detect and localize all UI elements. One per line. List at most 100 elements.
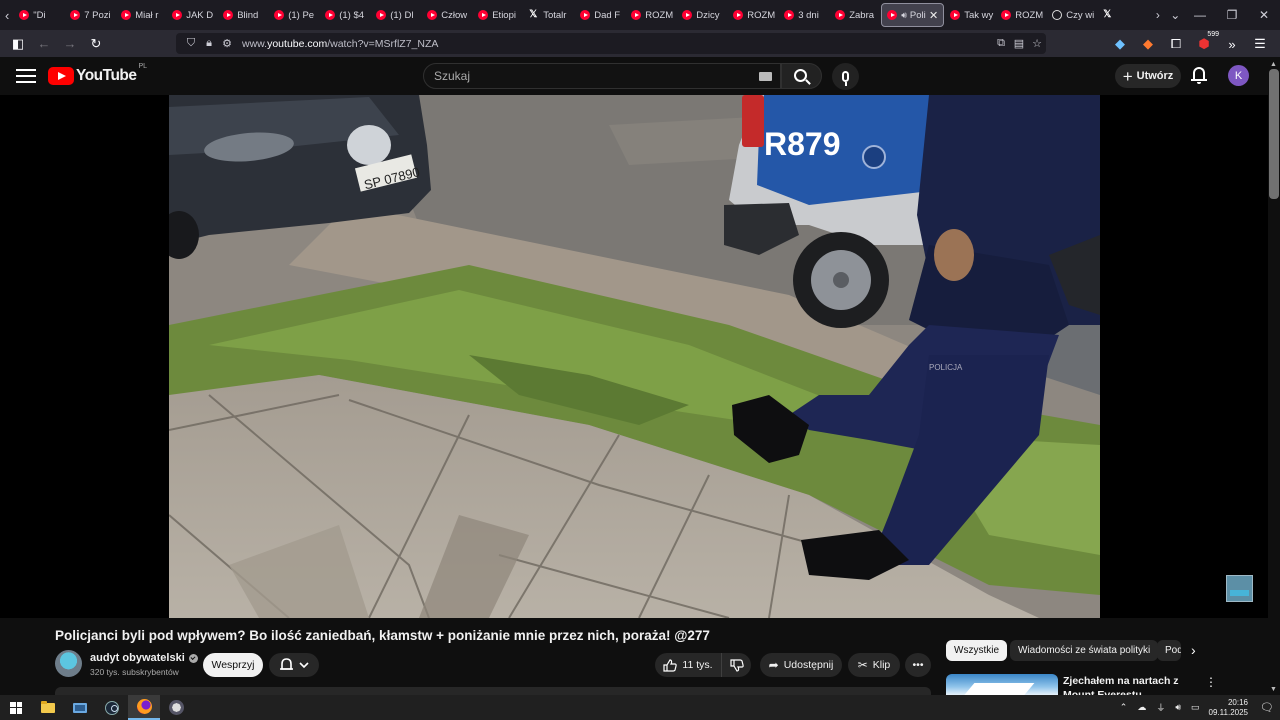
avatar[interactable]: K	[1228, 65, 1249, 86]
browser-tab[interactable]: "Di	[14, 3, 64, 27]
permissions-icon[interactable]: ⚙︎	[218, 37, 236, 50]
create-button[interactable]: + Utwórz	[1115, 64, 1181, 88]
app-icon[interactable]	[160, 695, 192, 720]
video-frame[interactable]: SP 07890 R879 POLICJA	[169, 95, 1100, 618]
recommendation-menu-icon[interactable]: ⋮	[1205, 675, 1217, 689]
scrollbar-thumb[interactable]	[1269, 69, 1279, 199]
browser-tab[interactable]: 3 dni	[779, 3, 829, 27]
clock[interactable]: 20:16 09.11.2025	[1209, 698, 1248, 718]
extensions-puzzle-icon[interactable]: ⧠	[1164, 32, 1188, 56]
youtube-logo[interactable]: YouTube PL	[48, 63, 147, 85]
like-button[interactable]: 11 tys.	[655, 653, 721, 677]
notifications-bell-icon[interactable]	[1190, 66, 1208, 86]
chips-next-icon[interactable]: ›	[1191, 642, 1196, 658]
description-box[interactable]	[55, 687, 931, 695]
tray-overflow-icon[interactable]: ⌃	[1120, 702, 1128, 713]
list-all-tabs-icon[interactable]: ⌄	[1167, 0, 1184, 30]
clip-button[interactable]: ✂ Klip	[848, 653, 900, 677]
chip-politics-news[interactable]: Wiadomości ze świata polityki	[1010, 640, 1159, 661]
chip-all[interactable]: Wszystkie	[946, 640, 1007, 661]
chip-related[interactable]: Podobne	[1157, 640, 1181, 661]
browser-tab[interactable]: (1) Pe	[269, 3, 319, 27]
shield-extension-icon[interactable]: ◆	[1108, 32, 1132, 56]
share-button[interactable]: ➦ Udostępnij	[760, 653, 842, 677]
browser-tab[interactable]: Miał r	[116, 3, 166, 27]
video-player[interactable]: SP 07890 R879 POLICJA	[0, 95, 1268, 618]
scroll-down-icon[interactable]: ▼	[1270, 686, 1277, 693]
browser-tab[interactable]: Dad F	[575, 3, 625, 27]
tab-label: JAK D	[186, 9, 214, 21]
browser-tab[interactable]: 7 Pozi	[65, 3, 115, 27]
browser-tab[interactable]: 𝕏	[1098, 3, 1148, 27]
address-bar[interactable]: ⛉ 🔒︎ ⚙︎ www.youtube.com/watch?v=MSrflZ7_…	[176, 33, 1046, 54]
usb-icon[interactable]: ⏚	[1156, 701, 1165, 714]
sidebar-toggle-icon[interactable]: ◧	[6, 32, 30, 56]
reload-icon[interactable]: ↻	[84, 32, 108, 56]
dislike-button[interactable]	[721, 653, 751, 677]
back-icon[interactable]: ←	[32, 32, 56, 56]
forward-icon[interactable]: →	[58, 32, 82, 56]
url-text[interactable]: www.youtube.com/watch?v=MSrflZ7_NZA	[242, 38, 438, 50]
onedrive-icon[interactable]: ☁	[1137, 702, 1146, 713]
browser-tab[interactable]: Człow	[422, 3, 472, 27]
x-icon: 𝕏	[1103, 9, 1112, 20]
browser-tab[interactable]: (1) $4	[320, 3, 370, 27]
start-button[interactable]	[0, 695, 32, 720]
bookmark-star-icon[interactable]: ☆	[1028, 37, 1046, 50]
file-explorer-icon[interactable]	[32, 695, 64, 720]
tab-label: Dad F	[594, 9, 621, 21]
browser-tab[interactable]: Etiopi	[473, 3, 523, 27]
subscription-notifications-button[interactable]	[269, 653, 319, 677]
tracking-protection-icon[interactable]: ⛉	[182, 37, 200, 50]
more-actions-icon[interactable]: •••	[905, 653, 931, 677]
browser-tab[interactable]: Tak wy	[945, 3, 995, 27]
clock-time: 20:16	[1227, 697, 1248, 707]
app-menu-icon[interactable]: ☰	[1248, 32, 1272, 56]
scroll-tabs-right-icon[interactable]: ›	[1149, 0, 1166, 30]
channel-avatar[interactable]	[55, 650, 82, 677]
search-button[interactable]	[781, 63, 822, 89]
page-scrollbar[interactable]: ▲ ▼	[1268, 57, 1280, 695]
tab-active[interactable]: 🔊︎ Poli ✕	[881, 3, 945, 27]
tab-audio-icon[interactable]: 🔊︎	[901, 10, 907, 21]
adblock-extension-icon[interactable]: ⬢ 599	[1192, 31, 1219, 56]
scroll-up-icon[interactable]: ▲	[1270, 61, 1277, 68]
picture-in-picture-icon[interactable]: ⧉	[992, 37, 1010, 50]
recommendation-title[interactable]: Zjechałem na nartach z Mount Everestu	[1063, 674, 1203, 695]
recommendation-thumbnail[interactable]	[946, 674, 1058, 695]
lock-icon[interactable]: 🔒︎	[200, 37, 218, 50]
browser-tab[interactable]: ROZM	[996, 3, 1046, 27]
search-input[interactable]: Szukaj	[423, 63, 781, 89]
browser-tab[interactable]: Czy wi	[1047, 3, 1097, 27]
network-icon[interactable]: ▭	[1191, 702, 1200, 713]
browser-tab[interactable]: ROZM	[626, 3, 676, 27]
firefox-icon[interactable]	[128, 695, 160, 720]
youtube-icon	[274, 10, 285, 20]
steam-icon[interactable]	[96, 695, 128, 720]
close-tab-icon[interactable]: ✕	[929, 9, 938, 22]
notifications-icon[interactable]: 🗨︎	[1254, 695, 1280, 720]
browser-tab[interactable]: Blind	[218, 3, 268, 27]
keyboard-icon[interactable]	[759, 72, 772, 81]
voice-search-button[interactable]	[832, 63, 859, 90]
browser-tab[interactable]: (1) Dl	[371, 3, 421, 27]
volume-icon[interactable]: 🔊︎	[1175, 702, 1181, 713]
channel-name[interactable]: audyt obywatelski	[90, 652, 198, 664]
minimize-icon[interactable]: —	[1184, 0, 1216, 30]
channel-watermark[interactable]	[1226, 575, 1253, 602]
scroll-tabs-left-icon[interactable]: ‹	[0, 0, 14, 30]
guide-menu-icon[interactable]	[16, 69, 36, 83]
close-window-icon[interactable]: ✕	[1248, 0, 1280, 30]
browser-tab[interactable]: Dzicy	[677, 3, 727, 27]
browser-tab[interactable]: 𝕏 Totalr	[524, 3, 574, 27]
support-button[interactable]: Wesprzyj	[203, 653, 263, 677]
browser-tab[interactable]: Zabra	[830, 3, 880, 27]
remote-desktop-icon[interactable]	[64, 695, 96, 720]
browser-tab[interactable]: ROZM	[728, 3, 778, 27]
browser-tab[interactable]: JAK D	[167, 3, 217, 27]
fox-extension-icon[interactable]: ◆	[1136, 32, 1160, 56]
restore-icon[interactable]: ❐	[1216, 0, 1248, 30]
overflow-menu-icon[interactable]: »	[1220, 32, 1244, 56]
scissors-icon: ✂	[857, 658, 868, 672]
reader-view-icon[interactable]: ▤	[1010, 37, 1028, 50]
